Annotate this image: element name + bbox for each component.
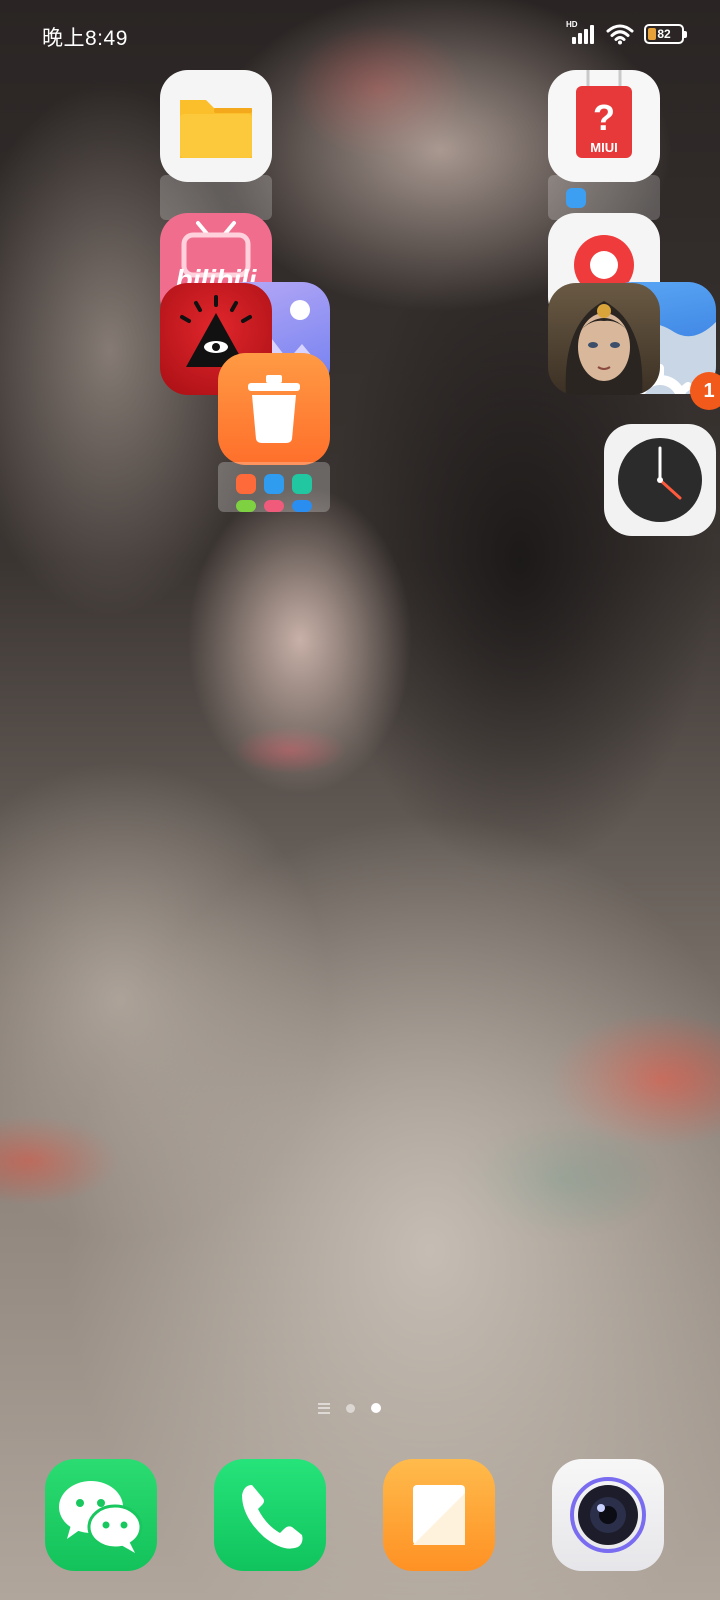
dock-phone[interactable] [214, 1459, 326, 1571]
folder-icon [180, 100, 252, 158]
trash-can-icon [248, 375, 300, 443]
page-dot [346, 1403, 355, 1413]
notes-icon [413, 1485, 465, 1545]
mini-store-icon [264, 500, 284, 512]
network-label: HD [566, 20, 578, 29]
wifi-icon [606, 24, 634, 45]
portrait-icon [565, 301, 643, 395]
mini-download-icon [236, 500, 256, 512]
app-miui-feedback[interactable]: ? MIUI [548, 70, 660, 182]
mini-compass-icon [264, 474, 284, 494]
page-indicator[interactable] [318, 1400, 381, 1416]
battery-percent: 82 [657, 27, 671, 41]
signal-icon: HD [566, 20, 596, 46]
dock-camera[interactable] [552, 1459, 664, 1571]
dock-wechat[interactable] [45, 1459, 157, 1571]
status-time: 晚上8:49 [42, 27, 128, 50]
app-cleaner[interactable] [218, 353, 330, 465]
phone-icon [242, 1485, 303, 1549]
app-anime-portrait[interactable] [548, 283, 660, 395]
status-bar: 晚上8:49 HD 82 [0, 0, 720, 70]
page-dot-active [371, 1403, 381, 1413]
clock-icon [618, 438, 702, 522]
mini-video-icon [566, 188, 586, 208]
dock-notes[interactable] [383, 1459, 495, 1571]
mini-video-icon [236, 474, 256, 494]
mini-browser-icon [292, 500, 312, 512]
status-icons: HD 82 [566, 20, 687, 46]
wechat-icon [59, 1481, 143, 1553]
menu-lines-icon [318, 1402, 330, 1414]
app-clock[interactable] [604, 424, 716, 536]
battery-icon: 82 [644, 24, 687, 44]
question-mark-icon: ? MIUI [576, 70, 632, 158]
svg-text:?: ? [593, 97, 615, 138]
app-file-manager[interactable] [160, 70, 272, 182]
settings-badge: 1 [690, 372, 720, 410]
mini-scan-icon [292, 474, 312, 494]
camera-icon [570, 1477, 646, 1553]
svg-text:MIUI: MIUI [590, 140, 617, 155]
